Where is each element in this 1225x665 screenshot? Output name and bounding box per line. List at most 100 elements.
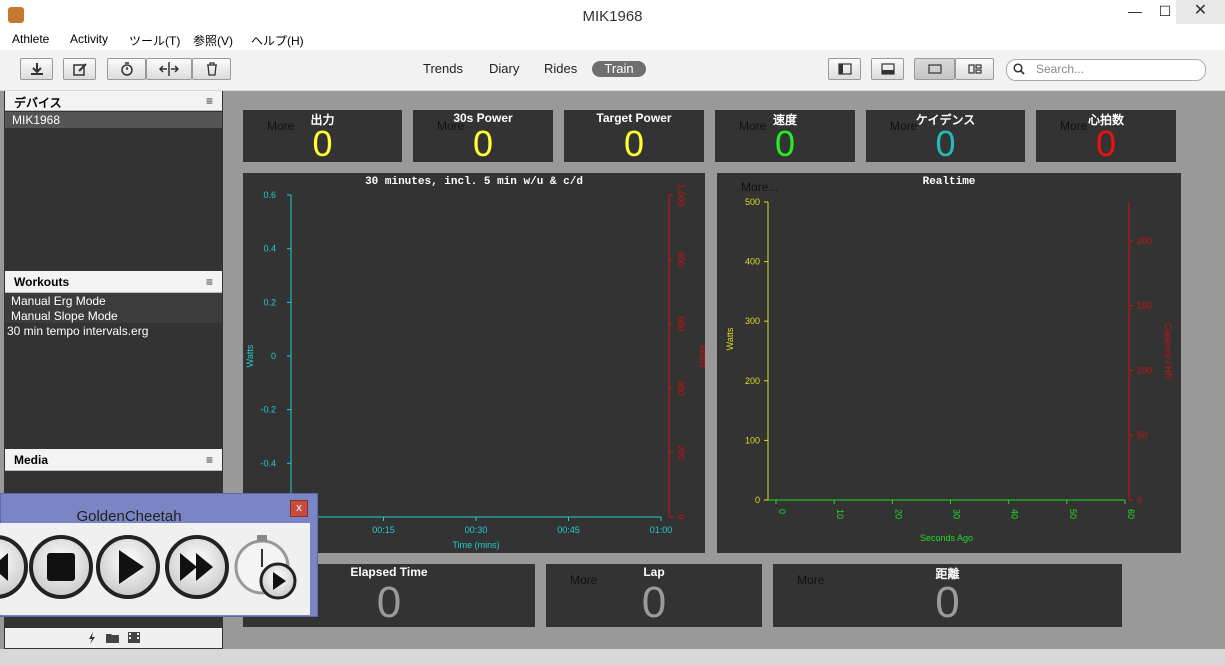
bottom-panel-icon: [880, 63, 895, 75]
menu-bar: [0, 30, 1225, 50]
transport-controls: [0, 535, 297, 600]
y2-tick-label: 150: [1137, 301, 1152, 311]
menu-help[interactable]: ヘルプ(H): [251, 32, 304, 49]
toggle-sidebar-button[interactable]: [828, 58, 861, 80]
realtime-chart[interactable]: RealtimeMore...5004003002001000200150100…: [717, 173, 1181, 553]
menu-tools[interactable]: ツール(T): [129, 32, 180, 49]
metric-value: 0: [376, 578, 402, 627]
y2-axis-label: Cadence / HR: [1163, 323, 1173, 380]
y2-tick-label: 0: [676, 514, 686, 519]
layout-single-button[interactable]: [914, 58, 955, 80]
tab-trends[interactable]: Trends: [423, 61, 463, 76]
metric-panel-heart-rate: More 心拍数 0: [1036, 110, 1176, 164]
stopwatch-icon: [120, 62, 133, 76]
menu-view[interactable]: 参照(V): [193, 32, 233, 49]
tiled-layout-icon: [967, 64, 982, 74]
split-icon: [159, 62, 179, 76]
play-button[interactable]: [96, 535, 160, 599]
sidebar-icon: [837, 63, 852, 75]
y-tick-label: 500: [745, 197, 760, 207]
y2-tick-label: 0: [1137, 495, 1142, 505]
y-tick-label: 400: [745, 257, 760, 267]
metric-value: 0: [472, 123, 494, 164]
metric-value: 0: [312, 123, 333, 164]
x-tick-label: 50: [1068, 509, 1078, 519]
device-item[interactable]: MIK1968: [12, 113, 60, 127]
x-tick-label: 10: [835, 509, 845, 519]
y-axis-label: Watts: [725, 327, 735, 350]
y-axis-label: Watts: [245, 344, 255, 367]
y2-tick-label: 200: [1137, 236, 1152, 246]
rewind-button[interactable]: [0, 535, 28, 599]
devices-header: デバイス: [5, 91, 222, 111]
y-tick-label: 0.6: [263, 190, 276, 200]
metric-value: 0: [935, 578, 960, 627]
search-icon: [1013, 63, 1025, 75]
toggle-bottom-button[interactable]: [871, 58, 904, 80]
fast-forward-button[interactable]: [165, 535, 229, 599]
metric-value: 0: [1095, 123, 1117, 164]
more-button: More...: [741, 180, 778, 194]
layout-tiled-button[interactable]: [955, 58, 994, 80]
media-header: Media: [5, 449, 222, 471]
menu-activity[interactable]: Activity: [70, 32, 108, 46]
edit-button[interactable]: [63, 58, 96, 80]
x-tick-label: 00:45: [557, 525, 580, 535]
y2-axis-label: Watts: [698, 345, 705, 368]
single-layout-icon: [927, 64, 942, 74]
y-tick-label: 0.2: [263, 297, 276, 307]
y-tick-label: 300: [745, 316, 760, 326]
metric-panel-power: More 出力 0: [243, 110, 402, 164]
metric-value: 0: [935, 123, 956, 164]
metric-value: 0: [641, 578, 667, 627]
delete-button[interactable]: [192, 58, 231, 80]
workout-item[interactable]: Manual Erg Mode: [11, 294, 106, 308]
workouts-header: Workouts: [5, 271, 222, 293]
window-title: MIK1968: [582, 8, 643, 25]
y-tick-label: 100: [745, 435, 760, 445]
folder-icon[interactable]: [106, 632, 119, 643]
devices-menu-icon[interactable]: ≡: [206, 94, 1220, 108]
metric-panel-distance: More 距離 0: [773, 564, 1122, 627]
tab-rides[interactable]: Rides: [544, 61, 577, 76]
dialog-close-button[interactable]: x: [290, 500, 308, 517]
y2-tick-label: 1,000: [676, 184, 686, 207]
x-axis-label: Time (mins): [452, 540, 499, 550]
y2-tick-label: 50: [1137, 430, 1147, 440]
workout-item[interactable]: 30 min tempo intervals.erg: [7, 324, 148, 338]
x-tick-label: 01:00: [650, 525, 673, 535]
media-title: Media: [14, 453, 49, 467]
workout-item[interactable]: Manual Slope Mode: [11, 309, 118, 323]
workouts-title: Workouts: [14, 275, 70, 289]
metric-title: Lap: [643, 565, 665, 579]
download-icon: [30, 63, 43, 75]
download-button[interactable]: [20, 58, 53, 80]
y-tick-label: 0.4: [263, 244, 276, 254]
metric-panel-target-power: Target Power 0: [564, 110, 704, 164]
lightning-icon[interactable]: [88, 632, 96, 644]
stop-button[interactable]: [29, 535, 93, 599]
stopwatch-button[interactable]: [107, 58, 146, 80]
bottom-strip: [0, 649, 1225, 665]
y-tick-label: 200: [745, 376, 760, 386]
metric-panel-cadence: More ケイデンス 0: [866, 110, 1025, 164]
metric-value: 0: [774, 123, 796, 164]
film-icon[interactable]: [128, 632, 140, 643]
metric-panel-speed: More 速度 0: [715, 110, 855, 164]
y-tick-label: -0.2: [260, 405, 276, 415]
menu-athlete[interactable]: Athlete: [12, 32, 49, 46]
metric-panel-lap: More Lap 0: [546, 564, 762, 627]
close-window-button[interactable]: ✕: [1176, 0, 1225, 24]
tab-train[interactable]: Train: [592, 61, 646, 77]
split-button[interactable]: [146, 58, 192, 80]
metric-value: 0: [623, 123, 645, 164]
y2-tick-label: 600: [676, 316, 686, 331]
chart-title: Realtime: [923, 176, 976, 188]
trash-icon: [206, 62, 217, 76]
lap-stopwatch-button[interactable]: [234, 535, 297, 600]
x-tick-label: 00:30: [465, 525, 488, 535]
y-tick-label: -0.4: [260, 458, 276, 468]
y-tick-label: 0: [755, 495, 760, 505]
y2-tick-label: 100: [1137, 365, 1152, 375]
tab-diary[interactable]: Diary: [489, 61, 519, 76]
